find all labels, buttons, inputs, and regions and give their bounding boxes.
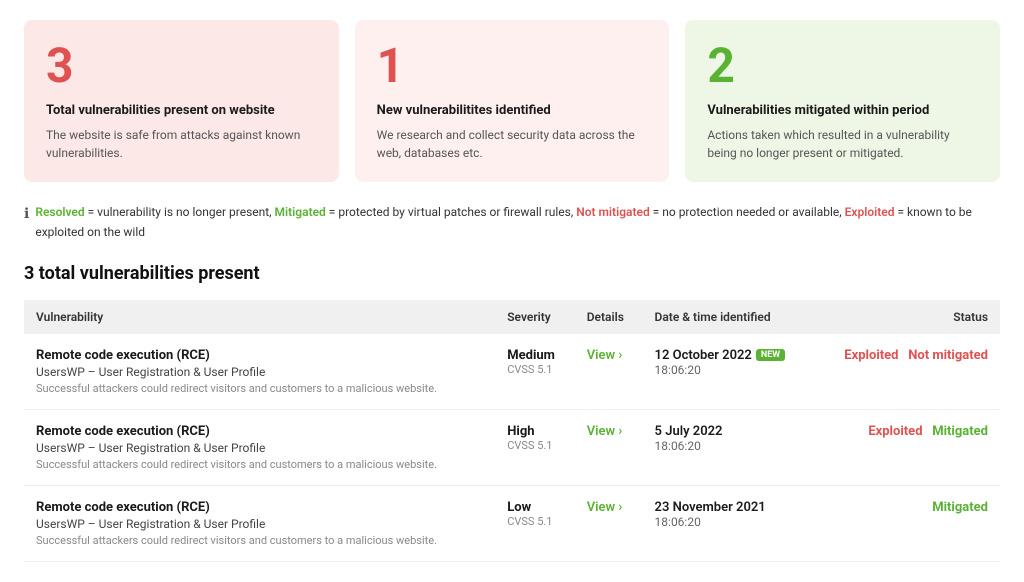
- th-date: Date & time identified: [643, 300, 814, 334]
- severity-value: High: [507, 424, 563, 439]
- card-new-vulnerabilities: 1 New vulnerabilitites identified We res…: [355, 20, 670, 182]
- vuln-plugin: UsersWP – User Registration & User Profi…: [36, 441, 483, 455]
- date-cell: 12 October 2022NEW 18:06:20: [643, 334, 814, 410]
- view-details-link[interactable]: View: [587, 424, 623, 439]
- table-row: Remote code execution (RCE) UsersWP – Us…: [24, 334, 1000, 410]
- resolved-text: = vulnerability is no longer present,: [85, 205, 275, 219]
- date-value: 12 October 2022NEW: [655, 348, 802, 363]
- date-time: 18:06:20: [655, 515, 802, 529]
- vuln-cell: Remote code execution (RCE) UsersWP – Us…: [24, 485, 495, 561]
- date-time: 18:06:20: [655, 363, 802, 377]
- status-cell: Mitigated: [814, 485, 1000, 561]
- table-header-row: Vulnerability Severity Details Date & ti…: [24, 300, 1000, 334]
- view-details-link[interactable]: View: [587, 348, 623, 363]
- status-mitigated-label: Mitigated: [932, 500, 988, 515]
- severity-cell: High CVSS 5.1: [495, 409, 575, 485]
- date-cell: 23 November 2021 18:06:20: [643, 485, 814, 561]
- card-new-title: New vulnerabilitites identified: [377, 103, 648, 118]
- th-status: Status: [814, 300, 1000, 334]
- severity-value: Low: [507, 500, 563, 515]
- cvss-score: CVSS 5.1: [507, 363, 563, 376]
- cvss-score: CVSS 5.1: [507, 515, 563, 528]
- new-badge: NEW: [756, 349, 785, 361]
- not-mitigated-label: Not mitigated: [576, 205, 650, 219]
- details-cell[interactable]: View: [575, 334, 643, 410]
- details-cell[interactable]: View: [575, 485, 643, 561]
- severity-value: Medium: [507, 348, 563, 363]
- status-mitigated-label: Not mitigated: [908, 348, 988, 363]
- mitigated-text: = protected by virtual patches or firewa…: [326, 205, 576, 219]
- date-value: 5 July 2022: [655, 424, 802, 439]
- severity-cell: Medium CVSS 5.1: [495, 334, 575, 410]
- info-text: Resolved = vulnerability is no longer pr…: [35, 202, 1000, 243]
- vuln-plugin: UsersWP – User Registration & User Profi…: [36, 365, 483, 379]
- vuln-cell: Remote code execution (RCE) UsersWP – Us…: [24, 409, 495, 485]
- th-severity: Severity: [495, 300, 575, 334]
- status-exploited-label: Exploited: [868, 424, 922, 439]
- card-mitigated-vulnerabilities: 2 Vulnerabilities mitigated within perio…: [685, 20, 1000, 182]
- resolved-label: Resolved: [35, 205, 84, 219]
- status-cell: Exploited Mitigated: [814, 409, 1000, 485]
- status-cell: Exploited Not mitigated: [814, 334, 1000, 410]
- card-mitigated-number: 2: [707, 40, 978, 93]
- mitigated-label: Mitigated: [275, 205, 326, 219]
- card-mitigated-desc: Actions taken which resulted in a vulner…: [707, 126, 978, 162]
- vuln-name: Remote code execution (RCE): [36, 424, 483, 439]
- card-total-number: 3: [46, 40, 317, 93]
- cvss-score: CVSS 5.1: [507, 439, 563, 452]
- summary-cards: 3 Total vulnerabilities present on websi…: [24, 20, 1000, 182]
- vulnerability-table: Vulnerability Severity Details Date & ti…: [24, 300, 1000, 562]
- info-bar: ℹ Resolved = vulnerability is no longer …: [24, 202, 1000, 243]
- card-new-number: 1: [377, 40, 648, 93]
- vuln-plugin: UsersWP – User Registration & User Profi…: [36, 517, 483, 531]
- card-total-vulnerabilities: 3 Total vulnerabilities present on websi…: [24, 20, 339, 182]
- vuln-description: Successful attackers could redirect visi…: [36, 458, 483, 471]
- not-mitigated-text: = no protection needed or available,: [650, 205, 845, 219]
- vuln-description: Successful attackers could redirect visi…: [36, 382, 483, 395]
- exploited-label: Exploited: [845, 205, 895, 219]
- vuln-description: Successful attackers could redirect visi…: [36, 534, 483, 547]
- card-new-desc: We research and collect security data ac…: [377, 126, 648, 162]
- table-row: Remote code execution (RCE) UsersWP – Us…: [24, 485, 1000, 561]
- vuln-name: Remote code execution (RCE): [36, 348, 483, 363]
- th-details: Details: [575, 300, 643, 334]
- view-details-link[interactable]: View: [587, 500, 623, 515]
- vuln-cell: Remote code execution (RCE) UsersWP – Us…: [24, 334, 495, 410]
- date-cell: 5 July 2022 18:06:20: [643, 409, 814, 485]
- date-value: 23 November 2021: [655, 500, 802, 515]
- section-title: 3 total vulnerabilities present: [24, 263, 1000, 284]
- vuln-name: Remote code execution (RCE): [36, 500, 483, 515]
- status-mitigated-label: Mitigated: [932, 424, 988, 439]
- th-vulnerability: Vulnerability: [24, 300, 495, 334]
- details-cell[interactable]: View: [575, 409, 643, 485]
- severity-cell: Low CVSS 5.1: [495, 485, 575, 561]
- status-exploited-label: Exploited: [844, 348, 898, 363]
- info-icon: ℹ: [24, 203, 29, 227]
- card-mitigated-title: Vulnerabilities mitigated within period: [707, 103, 978, 118]
- card-total-desc: The website is safe from attacks against…: [46, 126, 317, 162]
- date-time: 18:06:20: [655, 439, 802, 453]
- card-total-title: Total vulnerabilities present on website: [46, 103, 317, 118]
- table-row: Remote code execution (RCE) UsersWP – Us…: [24, 409, 1000, 485]
